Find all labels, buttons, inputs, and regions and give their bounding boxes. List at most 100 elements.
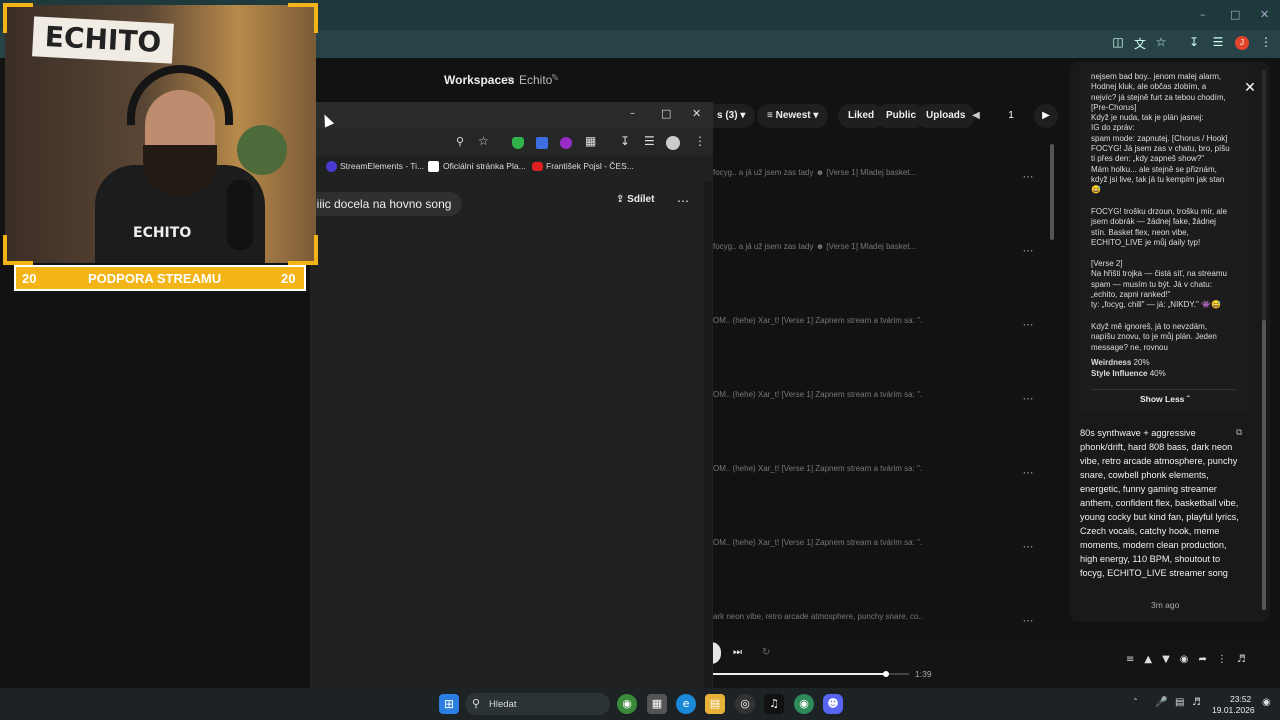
star-icon[interactable]: ☆ (478, 134, 489, 148)
minimize-icon[interactable]: – (630, 108, 635, 119)
next-track-icon[interactable]: ⏭ (733, 647, 742, 658)
copy-icon[interactable]: ⧉ (1236, 428, 1242, 438)
queue-icon[interactable]: ≡ (1126, 654, 1144, 665)
progress-fill (713, 673, 885, 675)
download-icon[interactable]: ↧ (1186, 35, 1202, 51)
minimize-icon[interactable]: – (1200, 8, 1206, 21)
lyrics-text: nejsem bad boy.. jenom malej alarm, Hodn… (1091, 72, 1230, 195)
lyrics-text: [Verse 2] Na hřišti trojka — čistá síť, … (1091, 259, 1227, 310)
show-less-button[interactable]: Show Less ˆ (1140, 394, 1190, 404)
front-browser-titlebar (310, 102, 713, 128)
likes-filter-label: s (3) (717, 110, 738, 121)
list-scrollbar[interactable] (1050, 144, 1054, 240)
panel-scrollbar-thumb[interactable] (1262, 320, 1266, 610)
repeat-icon[interactable]: ↻ (762, 647, 770, 658)
chrome-profile-icon[interactable]: ◉ (794, 694, 814, 714)
player-time: 1:39 (915, 669, 932, 679)
song-row-text[interactable]: OM.. (hehe) Xar_t! [Verse 1] Zapnem stre… (713, 538, 923, 547)
volume-icon[interactable]: ♬ (1237, 654, 1256, 665)
search-box[interactable] (465, 693, 610, 715)
bookmark-frantisek[interactable]: František Pojsl - ČES... (546, 161, 634, 171)
profile-avatar[interactable] (666, 136, 680, 150)
windows-start-icon[interactable]: ⊞ (439, 694, 459, 714)
close-icon[interactable]: ✕ (1260, 8, 1269, 21)
purple-extension-icon[interactable] (560, 137, 572, 149)
more-options-icon[interactable]: ⋯ (1018, 463, 1038, 483)
volume-icon[interactable]: ♬ (1192, 697, 1201, 708)
song-row-text[interactable]: focyg.. a já už jsem zas tady ☻ [Verse 1… (713, 242, 923, 251)
frame-corner (288, 3, 318, 33)
shield-extension-icon[interactable] (512, 137, 524, 149)
tiktok-icon[interactable]: ♫ (764, 694, 784, 714)
playstation-icon (428, 161, 439, 172)
store-icon[interactable]: ▦ (647, 694, 667, 714)
song-row-text[interactable]: OM.. (hehe) Xar_t! [Verse 1] Zapnem stre… (713, 316, 923, 325)
streamelements-icon (326, 161, 337, 172)
frame-corner (288, 235, 318, 265)
next-page-icon[interactable]: ▶ (1034, 104, 1058, 128)
discord-icon[interactable]: ☻ (823, 694, 843, 714)
breadcrumb-workspaces[interactable]: Workspaces (444, 73, 514, 87)
close-panel-icon[interactable]: ✕ (1240, 78, 1260, 98)
song-title: iiiic docela na hovno song (314, 197, 452, 211)
more-options-icon[interactable]: ⋯ (1018, 611, 1038, 631)
maximize-icon[interactable]: □ (661, 107, 671, 120)
cast-icon[interactable]: ◫ (1110, 35, 1126, 51)
support-count-left: 20 (22, 271, 37, 286)
translate-extension-icon[interactable] (536, 137, 548, 149)
prev-page-icon[interactable]: ◀ (964, 104, 988, 128)
like-icon[interactable]: ▲ (1144, 654, 1162, 665)
microphone-icon[interactable]: 🎤 (1155, 697, 1167, 708)
comment-icon[interactable]: ◉ (1180, 654, 1199, 665)
player-actions: ≡▲▼◉➦⋮♬ (1126, 654, 1256, 665)
likes-filter[interactable]: s (3) ▾ (713, 104, 756, 128)
profile-avatar[interactable]: J (1235, 36, 1249, 50)
song-row-text[interactable]: OM.. (hehe) Xar_t! [Verse 1] Zapnem stre… (713, 464, 923, 473)
more-options-icon[interactable]: ⋯ (677, 194, 689, 208)
menu-icon[interactable]: ⋮ (694, 134, 706, 148)
network-icon[interactable]: ▤ (1175, 697, 1184, 708)
media-icon[interactable]: ☰ (644, 134, 655, 148)
more-options-icon[interactable]: ⋯ (1018, 241, 1038, 261)
weirdness-row: Weirdness 20% (1091, 358, 1150, 367)
media-icon[interactable]: ☰ (1210, 35, 1226, 51)
more-options-icon[interactable]: ⋯ (1018, 389, 1038, 409)
extensions-icon[interactable]: ▦ (585, 134, 596, 148)
tray-overflow-icon[interactable]: ˆ (1133, 698, 1138, 709)
youtube-icon (532, 162, 543, 171)
menu-icon[interactable]: ⋮ (1258, 35, 1274, 51)
sort-label: Newest (775, 110, 811, 121)
more-options-icon[interactable]: ⋯ (1018, 167, 1038, 187)
dislike-icon[interactable]: ▼ (1162, 654, 1180, 665)
bookmark-playstation[interactable]: Oficiální stránka Pla... (443, 161, 526, 171)
progress-handle[interactable] (883, 671, 889, 677)
chrome-icon[interactable]: ◉ (617, 694, 637, 714)
notification-icon[interactable]: ◉ (1262, 697, 1271, 708)
breadcrumb-echito[interactable]: Echito (519, 73, 552, 87)
share-button[interactable]: ⇪ Sdílet (616, 194, 654, 205)
search-placeholder: Hledat (489, 699, 517, 710)
bookmark-streamelements[interactable]: StreamElements - Ti... (340, 161, 424, 171)
more-options-icon[interactable]: ⋯ (1018, 315, 1038, 335)
download-icon[interactable]: ↧ (620, 134, 630, 148)
zoom-icon[interactable]: ⚲ (456, 135, 464, 148)
sort-dropdown[interactable]: ≡ Newest ▾ (757, 104, 829, 128)
song-row-text[interactable]: focyg.. a já už jsem zas tady ☻ [Verse 1… (713, 168, 923, 177)
file-explorer-icon[interactable]: ▤ (705, 694, 725, 714)
front-scrollbar[interactable] (704, 182, 712, 690)
created-time: 3m ago (1151, 600, 1180, 610)
share-icon[interactable]: ➦ (1199, 654, 1217, 665)
song-row-text[interactable]: OM.. (hehe) Xar_t! [Verse 1] Zapnem stre… (713, 390, 923, 399)
obs-icon[interactable]: ◎ (735, 694, 755, 714)
star-icon[interactable]: ☆ (1153, 35, 1169, 51)
support-label: PODPORA STREAMU (88, 271, 222, 286)
translate-icon[interactable]: 文 (1132, 35, 1148, 51)
maximize-icon[interactable]: □ (1230, 8, 1240, 21)
share-label: Sdílet (627, 194, 655, 205)
edit-pencil-icon[interactable]: ✎ (551, 73, 559, 84)
more-icon[interactable]: ⋮ (1217, 654, 1237, 665)
more-options-icon[interactable]: ⋯ (1018, 537, 1038, 557)
edge-icon[interactable]: e (676, 694, 696, 714)
close-icon[interactable]: ✕ (692, 107, 701, 120)
song-row-text[interactable]: ark neon vibe, retro arcade atmosphere, … (713, 612, 923, 621)
